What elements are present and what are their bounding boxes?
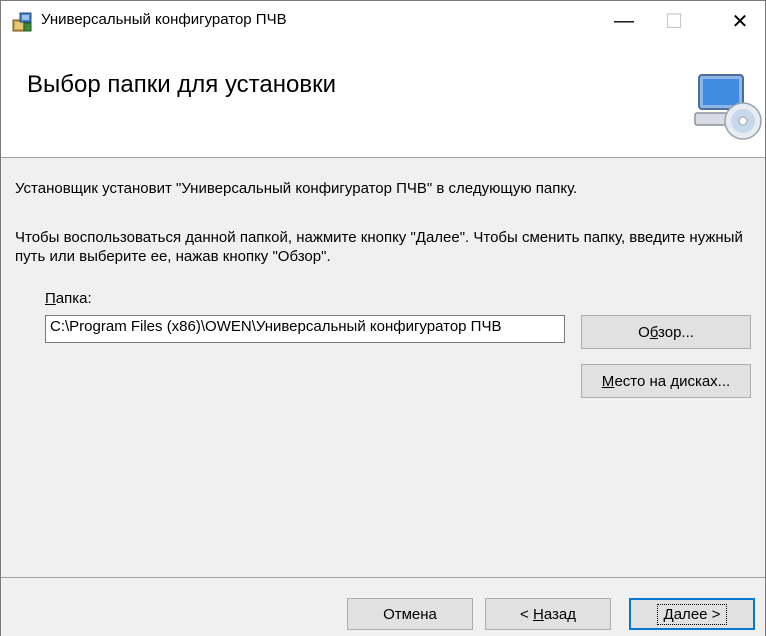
maximize-button[interactable]: ☐ [651,1,697,41]
intro-text: Установщик установит "Универсальный конф… [15,180,578,197]
folder-path-input[interactable]: C:\Program Files (x86)\OWEN\Универсальны… [45,315,565,343]
next-label: Далее > [656,603,728,625]
close-button[interactable]: ✕ [717,1,763,41]
window-title: Универсальный конфигуратор ПЧВ [41,11,287,28]
minimize-button[interactable]: — [601,1,647,41]
page-title: Выбор папки для установки [27,71,337,98]
minimize-icon: — [614,9,634,32]
instruction-text: Чтобы воспользоваться данной папкой, наж… [15,229,743,265]
back-button[interactable]: < Назад [485,598,611,630]
folder-label-text: апка: [55,290,92,307]
browse-button[interactable]: Обзор... [581,315,751,349]
folder-label-mnemonic: П [45,290,56,307]
title-bar[interactable]: Универсальный конфигуратор ПЧВ — ☐ ✕ [1,1,765,41]
installer-window: Универсальный конфигуратор ПЧВ — ☐ ✕ Выб… [0,0,766,636]
installer-package-icon [12,12,32,32]
disk-space-button[interactable]: Место на дисках... [581,364,751,398]
folder-label: Папка: [45,290,92,307]
cancel-button[interactable]: Отмена [347,598,473,630]
next-button[interactable]: Далее > [629,598,755,630]
maximize-icon: ☐ [665,10,683,33]
computer-cd-icon [694,74,762,140]
wizard-header: Выбор папки для установки [1,41,765,158]
wizard-footer: Отмена < Назад Далее > [1,577,765,636]
cancel-label: Отмена [383,605,437,623]
wizard-content: Установщик установит "Универсальный конф… [1,158,765,578]
disk-space-label: Место на дисках... [601,372,731,390]
back-label: < Назад [520,605,576,623]
browse-label: Обзор... [638,323,694,341]
close-icon: ✕ [731,10,749,33]
